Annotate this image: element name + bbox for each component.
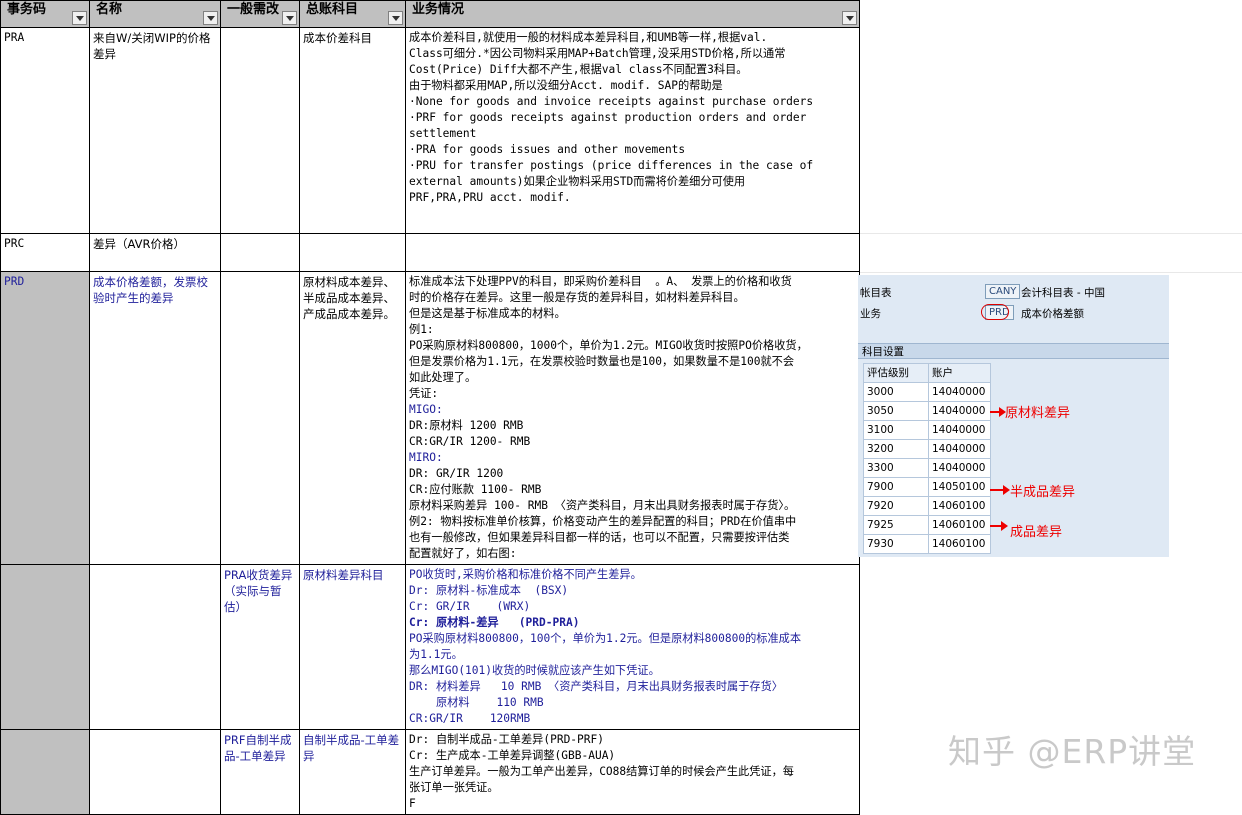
cell-code[interactable]: PRA	[0, 27, 90, 234]
cell-business[interactable]	[405, 233, 860, 272]
cell-business[interactable]: Dr: 自制半成品-工单差异(PRD-PRF) Cr: 生产成本-工单差异调整(…	[405, 729, 860, 815]
cell-name[interactable]: 成本价格差额，发票校验时产生的差异	[89, 271, 221, 565]
cell-account[interactable]: 自制半成品-工单差异	[299, 729, 406, 815]
grid-row: 3050 14040000	[863, 401, 991, 421]
header-name: 名称	[89, 0, 221, 28]
cell-name[interactable]: 来自W/关闭WIP的价格差异	[89, 27, 221, 234]
data-table: 事务码 名称 一般需改 总账科目 业务情况 PRA 来自W/关闭WIP的价格差异…	[0, 0, 860, 815]
grid-cell[interactable]: 7920	[863, 496, 929, 516]
spreadsheet: 事务码 名称 一般需改 总账科目 业务情况 PRA 来自W/关闭WIP的价格差异…	[0, 0, 860, 815]
cell-change[interactable]	[220, 27, 300, 234]
grid-cell[interactable]: 14040000	[928, 439, 991, 459]
table-row: PRD 成本价格差额，发票校验时产生的差异 原材料成本差异、半成品成本差异、产成…	[0, 271, 860, 565]
cell-name[interactable]	[89, 729, 221, 815]
grid-cell[interactable]: 7925	[863, 515, 929, 535]
cell-change[interactable]: PRA收货差异（实际与暂估）	[220, 564, 300, 730]
chart-field[interactable]: CANY	[985, 284, 1021, 299]
grid-row: 7920 14060100	[863, 496, 991, 516]
cell-code[interactable]: PRC	[0, 233, 90, 272]
red-arrow-icon	[990, 485, 1010, 495]
grid-cell[interactable]: 14040000	[928, 458, 991, 478]
account-grid: 评估级别 账户 3000 14040000 3050 14040000 3100 14…	[863, 363, 991, 554]
grid-cell[interactable]: 3100	[863, 420, 929, 440]
section-header: 科目设置	[858, 343, 1169, 359]
grid-row: 7900 14050100	[863, 477, 991, 497]
grid-cell[interactable]: 3200	[863, 439, 929, 459]
grid-row: 7925 14060100	[863, 515, 991, 535]
cell-business[interactable]: 成本价差科目,就使用一般的材料成本差异科目,和UMB等一样,根据val. Cla…	[405, 27, 860, 234]
header-code: 事务码	[0, 0, 90, 28]
filter-dropdown-icon[interactable]	[842, 11, 857, 25]
grid-row: 7930 14060100	[863, 534, 991, 554]
header-account: 总账科目	[299, 0, 406, 28]
grid-cell[interactable]: 14040000	[928, 401, 991, 421]
cell-code[interactable]: PRD	[0, 271, 90, 565]
grid-row: 3000 14040000	[863, 382, 991, 402]
gridline	[860, 233, 1242, 234]
filter-dropdown-icon[interactable]	[388, 11, 403, 25]
grid-cell[interactable]: 14060100	[928, 496, 991, 516]
cell-change[interactable]	[220, 271, 300, 565]
header-business: 业务情况	[405, 0, 860, 28]
red-arrow-icon	[990, 521, 1008, 531]
cell-account[interactable]	[299, 233, 406, 272]
cell-account[interactable]: 原材料差异科目	[299, 564, 406, 730]
sap-config-screenshot: 帐目表 CANY 会计科目表 - 中国 业务 PRD 成本价格差额 科目设置 评…	[858, 275, 1169, 557]
cell-code[interactable]	[0, 729, 90, 815]
txn-desc: 成本价格差额	[1021, 308, 1084, 320]
cell-name[interactable]: 差异（AVR价格）	[89, 233, 221, 272]
cell-code[interactable]	[0, 564, 90, 730]
chart-desc: 会计科目表 - 中国	[1021, 287, 1105, 299]
grid-cell[interactable]: 7900	[863, 477, 929, 497]
grid-cell[interactable]: 14040000	[928, 382, 991, 402]
filter-dropdown-icon[interactable]	[203, 11, 218, 25]
cell-name[interactable]	[89, 564, 221, 730]
cell-change[interactable]	[220, 233, 300, 272]
highlight-oval	[981, 304, 1009, 320]
grid-cell[interactable]: 3050	[863, 401, 929, 421]
table-row: PRA收货差异（实际与暂估） 原材料差异科目 PO收货时,采购价格和标准价格不同…	[0, 564, 860, 730]
watermark: 知乎 @ERP讲堂	[948, 732, 1197, 771]
txn-label: 业务	[860, 308, 881, 320]
grid-header-row: 评估级别 账户	[863, 363, 991, 383]
annotation-raw-material: 原材料差异	[1005, 406, 1071, 421]
grid-row: 3100 14040000	[863, 420, 991, 440]
grid-cell[interactable]: 7930	[863, 534, 929, 554]
grid-cell[interactable]: 14050100	[928, 477, 991, 497]
table-row: PRF自制半成品-工单差异 自制半成品-工单差异 Dr: 自制半成品-工单差异(…	[0, 729, 860, 815]
annotation-finished: 成品差异	[1010, 525, 1063, 540]
cell-account[interactable]: 原材料成本差异、半成品成本差异、产成品成本差异。	[299, 271, 406, 565]
cell-business[interactable]: PO收货时,采购价格和标准价格不同产生差异。 Dr: 原材料-标准成本 (BSX…	[405, 564, 860, 730]
chart-label: 帐目表	[860, 287, 892, 299]
grid-cell[interactable]: 14060100	[928, 515, 991, 535]
red-arrow-icon	[990, 407, 1006, 417]
header-row: 事务码 名称 一般需改 总账科目 业务情况	[0, 0, 860, 28]
annotation-semi-finished: 半成品差异	[1010, 485, 1076, 500]
cell-change[interactable]: PRF自制半成品-工单差异	[220, 729, 300, 815]
grid-cell[interactable]: 3000	[863, 382, 929, 402]
grid-header: 账户	[928, 363, 991, 383]
header-change: 一般需改	[220, 0, 300, 28]
grid-cell[interactable]: 3300	[863, 458, 929, 478]
table-row: PRA 来自W/关闭WIP的价格差异 成本价差科目 成本价差科目,就使用一般的材…	[0, 27, 860, 234]
table-row: PRC 差异（AVR价格）	[0, 233, 860, 272]
cell-business[interactable]: 标准成本法下处理PPV的科目，即采购价差科目 。A、 发票上的价格和收货 时的价…	[405, 271, 860, 565]
cell-account[interactable]: 成本价差科目	[299, 27, 406, 234]
grid-row: 3200 14040000	[863, 439, 991, 459]
filter-dropdown-icon[interactable]	[72, 11, 87, 25]
filter-dropdown-icon[interactable]	[282, 11, 297, 25]
grid-row: 3300 14040000	[863, 458, 991, 478]
grid-header: 评估级别	[863, 363, 929, 383]
gridline	[860, 272, 1242, 273]
grid-cell[interactable]: 14040000	[928, 420, 991, 440]
grid-cell[interactable]: 14060100	[928, 534, 991, 554]
